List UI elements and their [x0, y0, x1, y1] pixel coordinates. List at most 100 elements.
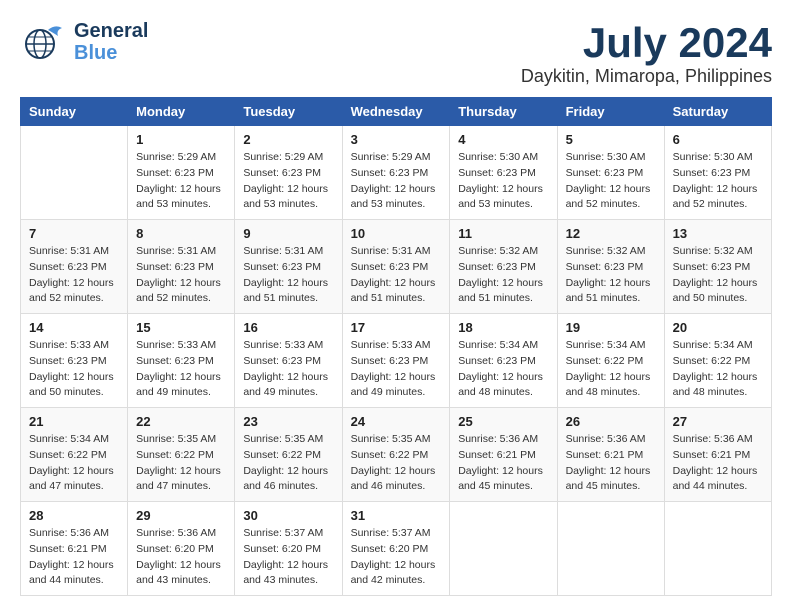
day-sun-info: Sunrise: 5:37 AMSunset: 6:20 PMDaylight:…: [351, 526, 442, 589]
weekday-header-wednesday: Wednesday: [342, 98, 450, 126]
weekday-header-saturday: Saturday: [664, 98, 771, 126]
month-year-title: July 2024: [521, 20, 772, 66]
calendar-day-cell: 24 Sunrise: 5:35 AMSunset: 6:22 PMDayligh…: [342, 408, 450, 502]
day-sun-info: Sunrise: 5:37 AMSunset: 6:20 PMDaylight:…: [243, 526, 333, 589]
calendar-day-cell: 31 Sunrise: 5:37 AMSunset: 6:20 PMDayligh…: [342, 502, 450, 596]
calendar-day-cell: 20 Sunrise: 5:34 AMSunset: 6:22 PMDayligh…: [664, 314, 771, 408]
day-number: 31: [351, 508, 442, 523]
day-sun-info: Sunrise: 5:30 AMSunset: 6:23 PMDaylight:…: [458, 150, 548, 213]
day-sun-info: Sunrise: 5:30 AMSunset: 6:23 PMDaylight:…: [673, 150, 763, 213]
day-number: 10: [351, 226, 442, 241]
day-number: 23: [243, 414, 333, 429]
calendar-day-cell: 1Sunrise: 5:29 AMSunset: 6:23 PMDaylight…: [128, 126, 235, 220]
day-number: 13: [673, 226, 763, 241]
day-number: 2: [243, 132, 333, 147]
day-number: 28: [29, 508, 119, 523]
day-number: 9: [243, 226, 333, 241]
day-number: 5: [566, 132, 656, 147]
weekday-header-monday: Monday: [128, 98, 235, 126]
day-number: 7: [29, 226, 119, 241]
day-number: 20: [673, 320, 763, 335]
calendar-day-cell: 5 Sunrise: 5:30 AMSunset: 6:23 PMDaylight…: [557, 126, 664, 220]
calendar-day-cell: [450, 502, 557, 596]
day-sun-info: Sunrise: 5:31 AMSunset: 6:23 PMDaylight:…: [351, 244, 442, 307]
calendar-day-cell: 8 Sunrise: 5:31 AMSunset: 6:23 PMDaylight…: [128, 220, 235, 314]
weekday-header-row: SundayMondayTuesdayWednesdayThursdayFrid…: [21, 98, 772, 126]
day-sun-info: Sunrise: 5:32 AMSunset: 6:23 PMDaylight:…: [566, 244, 656, 307]
day-sun-info: Sunrise: 5:34 AMSunset: 6:22 PMDaylight:…: [673, 338, 763, 401]
day-number: 3: [351, 132, 442, 147]
day-number: 17: [351, 320, 442, 335]
day-number: 8: [136, 226, 226, 241]
logo-general: General: [74, 20, 148, 42]
day-number: 19: [566, 320, 656, 335]
location-subtitle: Daykitin, Mimaropa, Philippines: [521, 66, 772, 87]
calendar-day-cell: 6 Sunrise: 5:30 AMSunset: 6:23 PMDaylight…: [664, 126, 771, 220]
day-sun-info: Sunrise: 5:36 AMSunset: 6:21 PMDaylight:…: [29, 526, 119, 589]
day-sun-info: Sunrise: 5:33 AMSunset: 6:23 PMDaylight:…: [351, 338, 442, 401]
day-number: 15: [136, 320, 226, 335]
day-sun-info: Sunrise: 5:31 AMSunset: 6:23 PMDaylight:…: [29, 244, 119, 307]
day-number: 16: [243, 320, 333, 335]
day-sun-info: Sunrise: 5:31 AMSunset: 6:23 PMDaylight:…: [243, 244, 333, 307]
calendar-day-cell: 19 Sunrise: 5:34 AMSunset: 6:22 PMDayligh…: [557, 314, 664, 408]
day-sun-info: Sunrise: 5:34 AMSunset: 6:23 PMDaylight:…: [458, 338, 548, 401]
calendar-day-cell: 23 Sunrise: 5:35 AMSunset: 6:22 PMDayligh…: [235, 408, 342, 502]
day-sun-info: Sunrise: 5:32 AMSunset: 6:23 PMDaylight:…: [458, 244, 548, 307]
day-sun-info: Sunrise: 5:29 AMSunset: 6:23 PMDaylight:…: [243, 150, 333, 213]
day-number: 18: [458, 320, 548, 335]
day-number: 21: [29, 414, 119, 429]
calendar-table: SundayMondayTuesdayWednesdayThursdayFrid…: [20, 97, 772, 596]
day-number: 12: [566, 226, 656, 241]
day-number: 24: [351, 414, 442, 429]
calendar-day-cell: 4Sunrise: 5:30 AMSunset: 6:23 PMDaylight…: [450, 126, 557, 220]
calendar-week-row: 14Sunrise: 5:33 AMSunset: 6:23 PMDayligh…: [21, 314, 772, 408]
day-sun-info: Sunrise: 5:30 AMSunset: 6:23 PMDaylight:…: [566, 150, 656, 213]
calendar-day-cell: 7 Sunrise: 5:31 AMSunset: 6:23 PMDaylight…: [21, 220, 128, 314]
calendar-day-cell: 21 Sunrise: 5:34 AMSunset: 6:22 PMDayligh…: [21, 408, 128, 502]
calendar-week-row: 1 Sunrise: 5:29 AMSunset: 6:23 PMDaylight…: [21, 126, 772, 220]
day-sun-info: Sunrise: 5:34 AMSunset: 6:22 PMDaylight:…: [29, 432, 119, 495]
day-sun-info: Sunrise: 5:35 AMSunset: 6:22 PMDaylight:…: [243, 432, 333, 495]
calendar-day-cell: 12 Sunrise: 5:32 AMSunset: 6:23 PMDayligh…: [557, 220, 664, 314]
calendar-day-cell: 9 Sunrise: 5:31 AMSunset: 6:23 PMDaylight…: [235, 220, 342, 314]
calendar-day-cell: 2 Sunrise: 5:29 AMSunset: 6:23 PMDaylight…: [235, 126, 342, 220]
calendar-day-cell: [21, 126, 128, 220]
day-sun-info: Sunrise: 5:35 AMSunset: 6:22 PMDaylight:…: [351, 432, 442, 495]
day-number: 29: [136, 508, 226, 523]
day-sun-info: Sunrise: 5:35 AMSunset: 6:22 PMDaylight:…: [136, 432, 226, 495]
calendar-day-cell: 18 Sunrise: 5:34 AMSunset: 6:23 PMDayligh…: [450, 314, 557, 408]
calendar-day-cell: [557, 502, 664, 596]
weekday-header-thursday: Thursday: [450, 98, 557, 126]
calendar-day-cell: 28 Sunrise: 5:36 AMSunset: 6:21 PMDayligh…: [21, 502, 128, 596]
day-number: 22: [136, 414, 226, 429]
page-header: General Blue July 2024 Daykitin, Mimarop…: [20, 20, 772, 87]
weekday-header-sunday: Sunday: [21, 98, 128, 126]
calendar-day-cell: 15 Sunrise: 5:33 AMSunset: 6:23 PMDayligh…: [128, 314, 235, 408]
calendar-day-cell: 16Sunrise: 5:33 AMSunset: 6:23 PMDayligh…: [235, 314, 342, 408]
day-sun-info: Sunrise: 5:33 AMSunset: 6:23 PMDaylight:…: [29, 338, 119, 401]
title-area: July 2024 Daykitin, Mimaropa, Philippine…: [521, 20, 772, 87]
day-sun-info: Sunrise: 5:33 AMSunset: 6:23 PMDaylight:…: [136, 338, 226, 401]
calendar-day-cell: 11 Sunrise: 5:32 AMSunset: 6:23 PMDayligh…: [450, 220, 557, 314]
calendar-day-cell: 26Sunrise: 5:36 AMSunset: 6:21 PMDayligh…: [557, 408, 664, 502]
day-number: 1: [136, 132, 226, 147]
day-sun-info: Sunrise: 5:31 AMSunset: 6:23 PMDaylight:…: [136, 244, 226, 307]
calendar-week-row: 21 Sunrise: 5:34 AMSunset: 6:22 PMDayligh…: [21, 408, 772, 502]
day-sun-info: Sunrise: 5:36 AMSunset: 6:21 PMDaylight:…: [566, 432, 656, 495]
calendar-day-cell: 17 Sunrise: 5:33 AMSunset: 6:23 PMDayligh…: [342, 314, 450, 408]
logo-blue: Blue: [74, 42, 148, 64]
calendar-day-cell: 14Sunrise: 5:33 AMSunset: 6:23 PMDayligh…: [21, 314, 128, 408]
day-sun-info: Sunrise: 5:32 AMSunset: 6:23 PMDaylight:…: [673, 244, 763, 307]
day-number: 11: [458, 226, 548, 241]
weekday-header-friday: Friday: [557, 98, 664, 126]
day-number: 25: [458, 414, 548, 429]
day-sun-info: Sunrise: 5:34 AMSunset: 6:22 PMDaylight:…: [566, 338, 656, 401]
calendar-day-cell: 29 Sunrise: 5:36 AMSunset: 6:20 PMDayligh…: [128, 502, 235, 596]
calendar-day-cell: 30Sunrise: 5:37 AMSunset: 6:20 PMDayligh…: [235, 502, 342, 596]
day-sun-info: Sunrise: 5:36 AMSunset: 6:20 PMDaylight:…: [136, 526, 226, 589]
calendar-day-cell: 25Sunrise: 5:36 AMSunset: 6:21 PMDayligh…: [450, 408, 557, 502]
day-number: 6: [673, 132, 763, 147]
day-sun-info: Sunrise: 5:29 AMSunset: 6:23 PMDaylight:…: [351, 150, 442, 213]
calendar-day-cell: 3 Sunrise: 5:29 AMSunset: 6:23 PMDaylight…: [342, 126, 450, 220]
